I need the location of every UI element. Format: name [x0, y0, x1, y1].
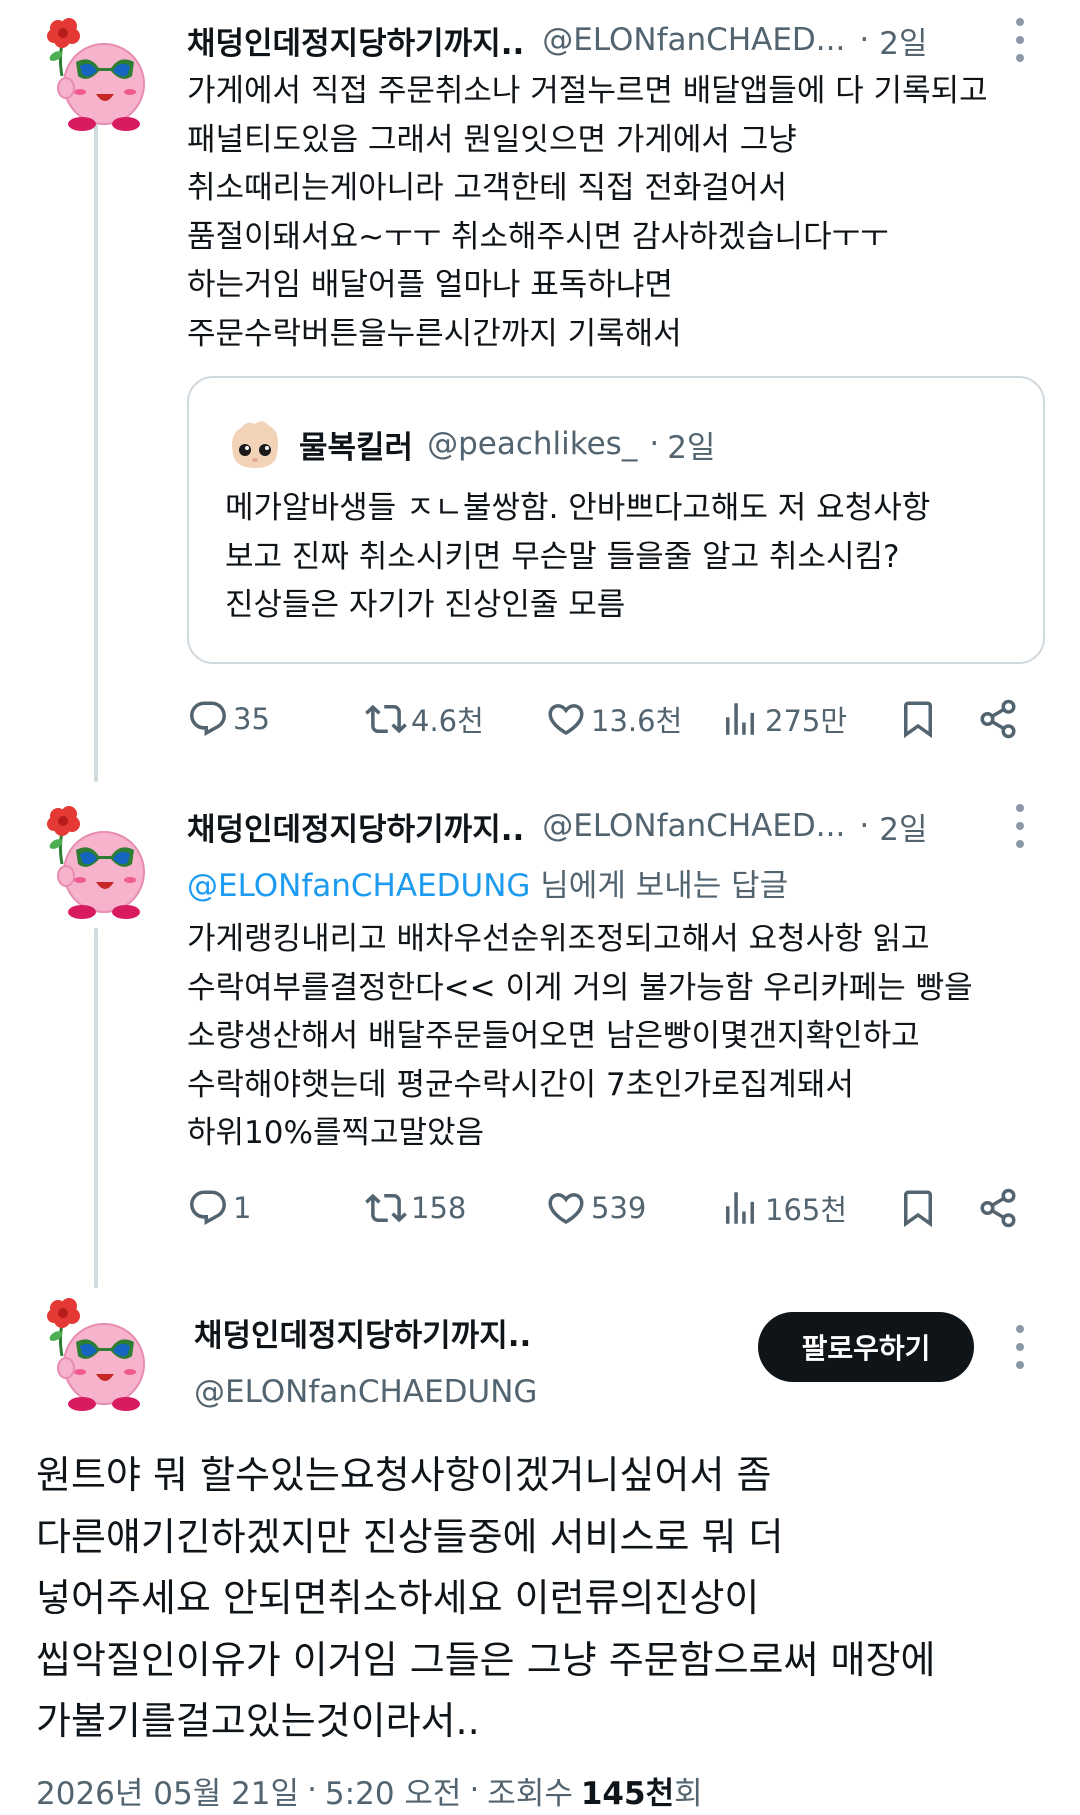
tweet-2[interactable]: 채덩인데정지당하기까지.. @ELONfanCHAED... · 2일 @ELO…	[0, 790, 1080, 1290]
quote-avatar[interactable]	[225, 414, 285, 474]
share-icon	[977, 1187, 1019, 1229]
bookmark-icon	[897, 1187, 939, 1229]
text-line: 하는거임 배달어플 얼마나 표독하냐면	[187, 267, 673, 303]
views-label: 조회수	[487, 1775, 573, 1812]
post-time[interactable]: 5:20 오전	[325, 1768, 462, 1813]
quote-timestamp[interactable]: 2일	[667, 422, 715, 467]
reply-button[interactable]: 1	[187, 1183, 251, 1233]
retweet-count: 4.6천	[411, 704, 484, 738]
reply-mention-link[interactable]: @ELONfanCHAEDUNG	[187, 868, 530, 904]
like-count: 539	[591, 1191, 647, 1225]
timestamp[interactable]: 2일	[879, 804, 927, 849]
separator-dot: ·	[649, 426, 660, 462]
text-line: 보고 진짜 취소시키면 무슨말 들을줄 알고 취소시킴?	[225, 538, 900, 575]
heart-icon	[545, 698, 587, 740]
quoted-tweet[interactable]: 물복킬러 @peachlikes_ · 2일 메가알바생들 ㅈㄴ불쌍함. 안바쁘…	[187, 376, 1045, 664]
text-line: 하위10%를찍고말았음	[187, 1115, 485, 1151]
bookmark-button[interactable]	[897, 694, 939, 744]
text-line: 패널티도있음 그래서 뭔일잇으면 가게에서 그냥	[187, 121, 797, 158]
reply-icon	[187, 1187, 229, 1229]
display-name[interactable]: 채덩인데정지당하기까지..	[187, 804, 524, 849]
share-icon	[977, 698, 1019, 740]
text-line: 씹악질인이유가 이거임 그들은 그냥 주문함으로써 매장에	[36, 1637, 936, 1682]
main-tweet-header: 채덩인데정지당하기까지.. @ELONfanCHAEDUNG	[194, 1316, 537, 1412]
heart-icon	[545, 1187, 587, 1229]
tweet-text: 가게랭킹내리고 배차우선순위조정되고해서 요청사항 읽고 수락여부를결정한다<<…	[187, 915, 1067, 1158]
views-suffix: 회	[674, 1775, 703, 1812]
user-handle[interactable]: @ELONfanCHAEDUNG	[194, 1372, 537, 1412]
action-bar: 35 4.6천 13.6천 275만	[187, 694, 1057, 744]
separator-dot: ·	[859, 808, 870, 844]
text-line: 수락해야햇는데 평균수락시간이 7초인가로집계돼서	[187, 1066, 854, 1103]
bookmark-button[interactable]	[897, 1183, 939, 1233]
views-icon	[719, 1187, 761, 1229]
reply-icon	[187, 698, 229, 740]
reply-count: 1	[233, 1191, 252, 1225]
text-line: 품절이돼서요~ㅜㅜ 취소해주시면 감사하겠습니다ㅜㅜ	[187, 218, 889, 255]
like-button[interactable]: 13.6천	[545, 694, 682, 744]
views-count: 145천	[580, 1775, 675, 1812]
separator-dot: ·	[859, 22, 870, 58]
quote-display-name[interactable]: 물복킬러	[299, 422, 413, 467]
share-button[interactable]	[977, 694, 1019, 744]
separator-dot: ·	[469, 1772, 480, 1808]
text-line: 가불기를걸고있는것이라서..	[36, 1699, 480, 1743]
post-date[interactable]: 2026년 05월 21일	[36, 1768, 299, 1813]
retweet-count: 158	[411, 1191, 467, 1225]
main-avatar[interactable]	[36, 1294, 156, 1414]
more-options-icon[interactable]	[1000, 1317, 1040, 1377]
more-options-icon[interactable]	[1000, 10, 1040, 70]
separator-dot: ·	[307, 1772, 317, 1808]
views-icon	[719, 698, 761, 740]
tweet-header: 채덩인데정지당하기까지.. @ELONfanCHAED... · 2일	[187, 18, 927, 63]
tweet-meta: 2026년 05월 21일 · 5:20 오전 · 조회수 145천 회	[36, 1768, 703, 1813]
replying-to: @ELONfanCHAEDUNG 님에게 보내는 답글	[187, 860, 788, 905]
views-button[interactable]: 275만	[719, 694, 847, 744]
quote-text: 메가알바생들 ㅈㄴ불쌍함. 안바쁘다고해도 저 요청사항 보고 진짜 취소시키면…	[225, 484, 930, 630]
text-line: 진상들은 자기가 진상인줄 모름	[225, 587, 626, 623]
retweet-icon	[365, 698, 407, 740]
text-line: 메가알바생들 ㅈㄴ불쌍함. 안바쁘다고해도 저 요청사항	[225, 490, 931, 526]
retweet-button[interactable]: 4.6천	[365, 694, 484, 744]
text-line: 다른얘기긴하겠지만 진상들중에 서비스로 뭐 더	[36, 1514, 784, 1559]
more-options-icon[interactable]	[1000, 796, 1040, 856]
retweet-button[interactable]: 158	[365, 1183, 466, 1233]
reply-button[interactable]: 35	[187, 694, 270, 744]
tweet-header: 채덩인데정지당하기까지.. @ELONfanCHAED... · 2일	[187, 804, 927, 849]
avatar[interactable]	[36, 14, 156, 134]
tweet-text: 가게에서 직접 주문취소나 거절누르면 배달앱들에 다 기록되고 패널티도있음 …	[187, 67, 1067, 358]
quote-user-handle[interactable]: @peachlikes_	[427, 426, 637, 462]
views-button[interactable]: 165천	[719, 1183, 847, 1233]
text-line: 소량생산해서 배달주문들어오면 남은빵이몇갠지확인하고	[187, 1018, 920, 1054]
quote-header: 물복킬러 @peachlikes_ · 2일	[299, 422, 715, 466]
user-handle[interactable]: @ELONfanCHAED...	[542, 808, 845, 844]
views-count: 275만	[765, 704, 848, 738]
reply-suffix: 님에게 보내는 답글	[530, 868, 789, 904]
reply-count: 35	[233, 702, 270, 736]
timestamp[interactable]: 2일	[879, 18, 927, 63]
text-line: 취소때리는게아니라 고객한테 직접 전화걸어서	[187, 170, 787, 206]
main-tweet-text: 원트야 뭐 할수있는요청사항이겠거니싶어서 좀 다른얘기긴하겠지만 진상들중에 …	[36, 1445, 1056, 1753]
action-bar: 1 158 539 165천	[187, 1183, 1057, 1233]
follow-button[interactable]: 팔로우하기	[758, 1312, 974, 1382]
views-count: 165천	[765, 1193, 848, 1227]
user-handle[interactable]: @ELONfanCHAED...	[542, 22, 845, 58]
like-count: 13.6천	[591, 704, 683, 738]
text-line: 넣어주세요 안되면취소하세요 이런류의진상이	[36, 1576, 760, 1620]
share-button[interactable]	[977, 1183, 1019, 1233]
avatar[interactable]	[36, 802, 156, 922]
tweet-1[interactable]: 채덩인데정지당하기까지.. @ELONfanCHAED... · 2일 가게에서…	[0, 0, 1080, 790]
text-line: 가게에서 직접 주문취소나 거절누르면 배달앱들에 다 기록되고	[187, 73, 988, 109]
display-name[interactable]: 채덩인데정지당하기까지..	[194, 1316, 537, 1356]
text-line: 수락여부를결정한다<< 이게 거의 불가능함 우리카페는 빵을	[187, 969, 973, 1006]
text-line: 주문수락버튼을누른시간까지 기록해서	[187, 315, 682, 352]
retweet-icon	[365, 1187, 407, 1229]
display-name[interactable]: 채덩인데정지당하기까지..	[187, 18, 524, 63]
like-button[interactable]: 539	[545, 1183, 646, 1233]
bookmark-icon	[897, 698, 939, 740]
text-line: 원트야 뭐 할수있는요청사항이겠거니싶어서 좀	[36, 1453, 772, 1497]
text-line: 가게랭킹내리고 배차우선순위조정되고해서 요청사항 읽고	[187, 921, 930, 957]
